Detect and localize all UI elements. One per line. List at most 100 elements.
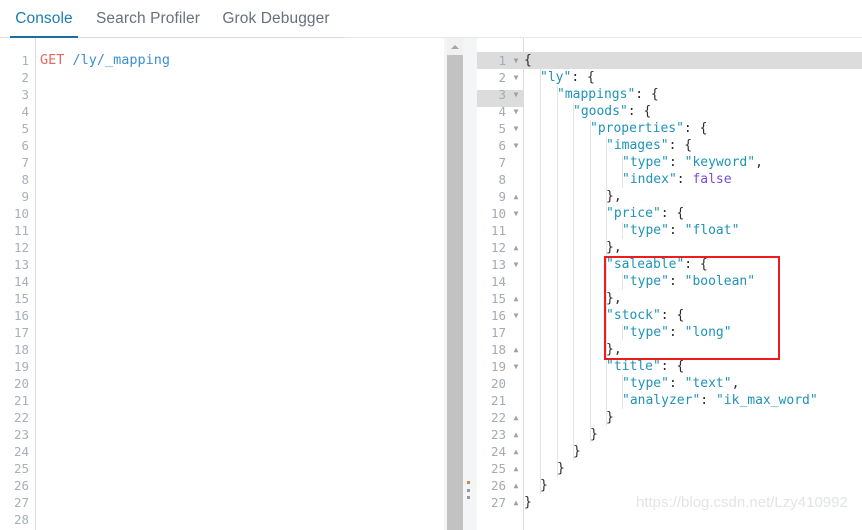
fold-close-icon[interactable]: ▲ — [511, 477, 521, 494]
fold-open-icon[interactable]: ▼ — [511, 256, 521, 273]
line-number: 1 — [498, 53, 506, 68]
fold-open-icon[interactable]: ▼ — [511, 358, 521, 375]
code-line: "goods": { — [524, 103, 651, 120]
line-number: 11 — [13, 223, 29, 238]
response-code-area[interactable]: {"ly": {"mappings": {"goods": {"properti… — [524, 38, 862, 530]
line-number: 4 — [21, 104, 29, 119]
code-token: "type" — [622, 325, 669, 340]
code-token: }, — [606, 291, 622, 306]
line-number: 2 — [498, 70, 506, 85]
fold-close-icon[interactable]: ▲ — [511, 443, 521, 460]
line-number: 3 — [21, 87, 29, 102]
code-line: } — [524, 460, 565, 477]
line-number: 25 — [13, 461, 29, 476]
code-token: "analyzer" — [622, 393, 701, 408]
tab-grok-debugger-label: Grok Debugger — [222, 10, 330, 27]
vertical-dots-icon-dot-1 — [466, 481, 470, 484]
fold-open-icon[interactable]: ▼ — [511, 205, 521, 222]
code-token: }, — [606, 342, 622, 357]
line-number: 21 — [490, 393, 506, 408]
fold-close-icon[interactable]: ▲ — [511, 239, 521, 256]
code-token: : — [668, 223, 685, 238]
line-number: 14 — [13, 274, 29, 289]
request-editor-pane[interactable]: 1 2 3 4 5 6 7 8 9 10 11 12 13 14 15 16 17 18 19 20 21 22 23 24 2… — [0, 38, 444, 530]
fold-open-icon[interactable]: ▼ — [511, 69, 521, 86]
code-token: } — [573, 444, 581, 459]
response-editor-pane[interactable]: 1 ▼ 2 ▼ 3 ▼ 4 ▼ 5 ▼ 6 ▼ 7 8 9 ▲ 10 ▼ 11 12 ▲ 13 ▼ 14 15 ▲ 16 ▼ 17 18 ▲… — [477, 38, 862, 530]
line-number: 12 — [13, 240, 29, 255]
code-line: "type": "boolean" — [524, 273, 755, 290]
fold-open-icon[interactable]: ▼ — [511, 137, 521, 154]
tab-search-profiler[interactable]: Search Profiler — [92, 0, 204, 38]
fold-open-icon[interactable]: ▼ — [511, 307, 521, 324]
code-token: : { — [635, 87, 659, 102]
line-number: 2 — [21, 70, 29, 85]
line-number: 27 — [490, 495, 506, 510]
line-number: 26 — [490, 478, 506, 493]
code-line: } — [524, 426, 598, 443]
code-line: "index": false — [524, 171, 732, 188]
code-line: }, — [524, 290, 622, 307]
code-line: GET /ly/_mapping — [40, 52, 170, 69]
tab-grok-debugger[interactable]: Grok Debugger — [217, 0, 335, 38]
line-number: 15 — [13, 291, 29, 306]
line-number: 24 — [13, 444, 29, 459]
line-number: 7 — [21, 155, 29, 170]
code-line: { — [524, 52, 532, 69]
fold-open-icon[interactable]: ▼ — [511, 120, 521, 137]
code-line: "stock": { — [524, 307, 684, 324]
fold-close-icon[interactable]: ▲ — [511, 290, 521, 307]
line-number: 6 — [498, 138, 506, 153]
line-number: 16 — [490, 308, 506, 323]
fold-open-icon[interactable]: ▼ — [511, 86, 521, 103]
code-token: "ly" — [540, 70, 572, 85]
code-token: "stock" — [606, 308, 661, 323]
code-token: : { — [660, 206, 685, 221]
code-token: "price" — [606, 206, 661, 221]
line-number: 24 — [490, 444, 506, 459]
tab-console-label: Console — [15, 10, 73, 27]
line-number: 20 — [13, 376, 29, 391]
code-token: : — [668, 274, 685, 289]
pane-drag-handle[interactable] — [465, 481, 471, 499]
code-token: "saleable" — [606, 257, 685, 272]
line-number: 10 — [490, 206, 506, 221]
fold-close-icon[interactable]: ▲ — [511, 409, 521, 426]
fold-close-icon[interactable]: ▲ — [511, 188, 521, 205]
code-token: "ik_max_word" — [715, 393, 818, 408]
fold-close-icon[interactable]: ▲ — [511, 426, 521, 443]
code-token: "title" — [606, 359, 661, 374]
response-scrollbar-thumb[interactable] — [447, 55, 463, 530]
line-number: 5 — [498, 121, 506, 136]
tab-console[interactable]: Console — [10, 0, 78, 38]
code-token: : { — [571, 70, 595, 85]
scrollbar-caret-up-icon[interactable] — [447, 38, 463, 55]
code-token: : — [668, 376, 685, 391]
line-number: 16 — [13, 308, 29, 323]
line-number: 15 — [490, 291, 506, 306]
fold-open-icon[interactable]: ▼ — [511, 103, 521, 120]
line-number: 7 — [498, 155, 506, 170]
code-line: } — [524, 494, 532, 511]
code-line: "ly": { — [524, 69, 595, 86]
code-token: "keyword" — [684, 155, 756, 170]
request-code-area[interactable]: GET /ly/_mapping — [40, 38, 444, 530]
line-number: 23 — [13, 427, 29, 442]
code-line: }, — [524, 188, 622, 205]
fold-close-icon[interactable]: ▲ — [511, 494, 521, 511]
code-token: } — [540, 478, 548, 493]
code-token: , — [755, 155, 763, 170]
fold-close-icon[interactable]: ▲ — [511, 460, 521, 477]
fold-open-icon[interactable]: ▼ — [511, 52, 521, 69]
line-number: 28 — [13, 512, 29, 527]
line-number: 23 — [490, 427, 506, 442]
request-gutter-separator — [35, 38, 36, 530]
line-number: 3 — [498, 87, 506, 102]
code-token: "boolean" — [684, 274, 756, 289]
code-line: "type": "keyword", — [524, 154, 763, 171]
line-number: 27 — [13, 495, 29, 510]
code-line: "properties": { — [524, 120, 707, 137]
dev-tools-tab-bar: Console Search Profiler Grok Debugger — [0, 0, 862, 38]
tab-search-profiler-label: Search Profiler — [95, 10, 200, 27]
fold-close-icon[interactable]: ▲ — [511, 341, 521, 358]
